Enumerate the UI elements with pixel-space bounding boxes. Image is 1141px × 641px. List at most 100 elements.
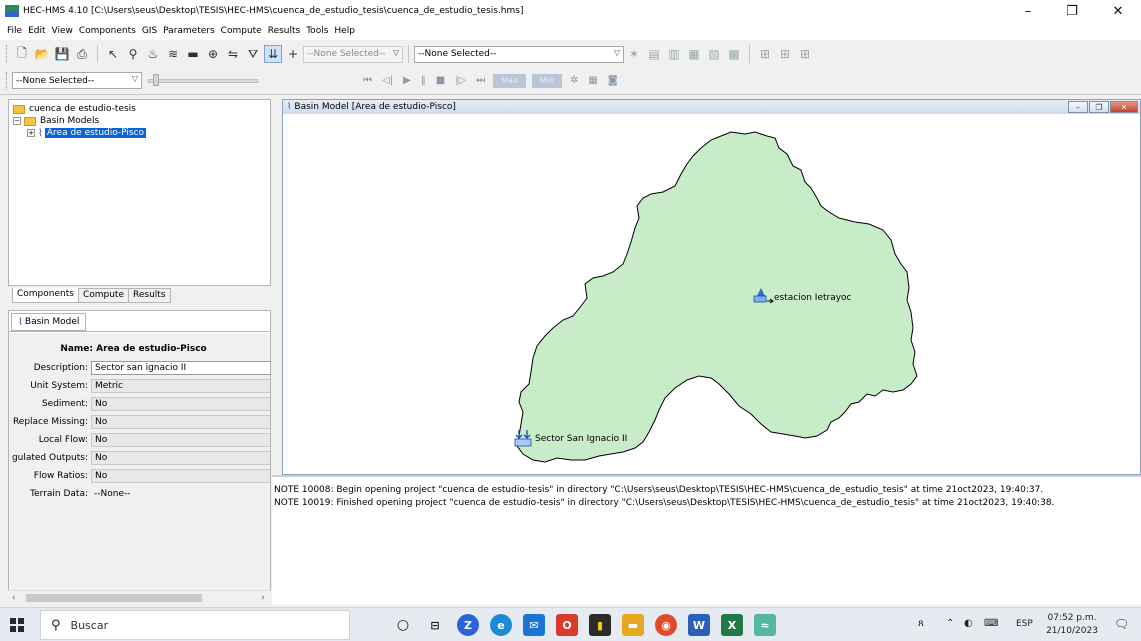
new-file-icon[interactable]: 🗋: [13, 45, 31, 63]
terrain-data-select[interactable]: --None--: [91, 487, 270, 501]
settings-icon[interactable]: ✲: [570, 75, 578, 86]
language-indicator[interactable]: ESP: [1016, 619, 1033, 629]
menu-gis[interactable]: GIS: [139, 26, 160, 36]
tab-compute[interactable]: Compute: [77, 288, 129, 303]
expand-icon[interactable]: +: [27, 129, 35, 137]
file-explorer-icon[interactable]: ▬: [622, 614, 644, 636]
grid-map-icon[interactable]: ⊞: [756, 45, 774, 63]
basin-restore-button[interactable]: ❐: [1089, 101, 1109, 113]
sediment-select[interactable]: No: [91, 396, 270, 411]
run-selector[interactable]: --None Selected-- ▽: [414, 45, 624, 63]
maximize-button[interactable]: ❐: [1050, 0, 1094, 22]
editor-horizontal-scrollbar[interactable]: ‹ ›: [8, 590, 271, 604]
film-icon[interactable]: ▦: [588, 75, 597, 86]
time-series-icon[interactable]: ▧: [705, 45, 723, 63]
subbasin-tool-icon[interactable]: ♨: [144, 45, 162, 63]
menu-view[interactable]: View: [49, 26, 76, 36]
menu-results[interactable]: Results: [265, 26, 304, 36]
save-icon[interactable]: 💾: [53, 45, 71, 63]
scroll-left-icon[interactable]: ‹: [12, 593, 16, 603]
sink-label[interactable]: Sector San Ignacio II: [535, 434, 627, 444]
basin-window-titlebar[interactable]: ⌇ Basin Model [Area de estudio-Pisco] – …: [283, 100, 1140, 114]
camera-icon[interactable]: ◙: [608, 75, 618, 86]
global-summary-icon[interactable]: ▤: [645, 45, 663, 63]
minimize-button[interactable]: –: [1006, 0, 1050, 22]
add-tool-icon[interactable]: +: [284, 45, 302, 63]
tab-results[interactable]: Results: [128, 288, 171, 303]
grid-map-3-icon[interactable]: ⊞: [796, 45, 814, 63]
replace-missing-select[interactable]: No: [91, 414, 270, 429]
zoom-tool-icon[interactable]: ⚲: [124, 45, 142, 63]
mail-icon[interactable]: ✉: [523, 614, 545, 636]
results-icon[interactable]: ▩: [725, 45, 743, 63]
keyboard-icon[interactable]: ⌨: [984, 618, 998, 629]
sink-tool-icon[interactable]: ⇊: [264, 45, 282, 63]
stop-icon[interactable]: ■: [436, 75, 445, 86]
forward-end-icon[interactable]: ⏭: [476, 75, 485, 86]
network-icon[interactable]: ◐: [964, 618, 973, 629]
compute-icon[interactable]: ✶: [625, 45, 643, 63]
animation-slider[interactable]: [148, 73, 258, 86]
cortana-icon[interactable]: ○: [392, 614, 414, 636]
step-back-icon[interactable]: ◁|: [382, 75, 393, 86]
chevron-up-icon[interactable]: ⌃: [946, 618, 954, 629]
windows-start-icon[interactable]: [10, 618, 24, 632]
pause-icon[interactable]: ‖: [421, 75, 426, 86]
menu-parameters[interactable]: Parameters: [160, 26, 218, 36]
tree-item-project[interactable]: cuenca de estudio-tesis: [13, 103, 136, 115]
slider-thumb[interactable]: [153, 73, 159, 86]
tab-components[interactable]: Components: [12, 288, 79, 303]
local-flow-select[interactable]: No: [91, 432, 270, 447]
menu-help[interactable]: Help: [331, 26, 358, 36]
basin-close-button[interactable]: ✕: [1110, 101, 1138, 113]
chrome-icon[interactable]: ◉: [655, 614, 677, 636]
tab-basin-model[interactable]: ⌇ Basin Model: [11, 313, 87, 331]
flow-ratios-select[interactable]: No: [91, 468, 270, 483]
toolbar-grip[interactable]: [6, 71, 9, 90]
min-button[interactable]: Min: [531, 73, 563, 88]
summary-table-icon[interactable]: ▦: [685, 45, 703, 63]
step-forward-icon[interactable]: |▷: [455, 75, 466, 86]
scroll-right-icon[interactable]: ›: [261, 593, 265, 603]
subbasin-polygon[interactable]: [516, 131, 918, 463]
gage-label[interactable]: estacion Ietrayoc: [774, 293, 852, 303]
max-button[interactable]: Max: [493, 73, 526, 88]
menu-components[interactable]: Components: [76, 26, 139, 36]
office-icon[interactable]: O: [556, 614, 578, 636]
tree-item-basin-models[interactable]: − Basin Models: [13, 115, 99, 127]
unit-system-select[interactable]: Metric: [91, 378, 270, 393]
taskbar-search-box[interactable]: ⚲ Buscar: [40, 610, 350, 640]
grid-selector[interactable]: --None Selected-- ▽: [12, 72, 142, 89]
app-icon[interactable]: ▮: [589, 614, 611, 636]
tree-item-area-de-estudio[interactable]: + ⌇ Area de estudio-Pisco: [27, 127, 147, 139]
description-field[interactable]: Sector san ignacio II: [91, 360, 270, 375]
task-view-icon[interactable]: ⊟: [424, 614, 446, 636]
junction-tool-icon[interactable]: ⊕: [204, 45, 222, 63]
excel-icon[interactable]: X: [721, 614, 743, 636]
toolbar-grip[interactable]: [6, 45, 9, 63]
basin-map-canvas[interactable]: estacion Ietrayoc Sector San Ignacio II: [283, 114, 1140, 474]
play-icon[interactable]: ▶: [403, 75, 411, 86]
basin-minimize-button[interactable]: –: [1068, 101, 1088, 113]
arrow-tool-icon[interactable]: ↖: [104, 45, 122, 63]
close-button[interactable]: ✕: [1096, 0, 1140, 22]
component-selector-disabled[interactable]: --None Selected-- ▽: [303, 45, 403, 63]
diversion-tool-icon[interactable]: ⇋: [224, 45, 242, 63]
source-tool-icon[interactable]: ⛛: [244, 45, 262, 63]
zoom-app-icon[interactable]: Z: [457, 614, 479, 636]
notification-icon[interactable]: 🗨: [1114, 617, 1130, 633]
open-folder-icon[interactable]: 📂: [33, 45, 51, 63]
menu-edit[interactable]: Edit: [25, 26, 48, 36]
system-clock[interactable]: 07:52 p.m. 21/10/2023: [1042, 612, 1102, 638]
people-icon[interactable]: ጸ: [918, 618, 924, 629]
reach-tool-icon[interactable]: ≋: [164, 45, 182, 63]
grid-map-2-icon[interactable]: ⊞: [776, 45, 794, 63]
menu-tools[interactable]: Tools: [303, 26, 331, 36]
print-icon[interactable]: ⎙: [73, 45, 91, 63]
hec-hms-taskbar-icon[interactable]: ≈: [754, 614, 776, 636]
scrollbar-thumb[interactable]: [26, 594, 202, 602]
word-icon[interactable]: W: [688, 614, 710, 636]
menu-file[interactable]: File: [4, 26, 25, 36]
collapse-icon[interactable]: −: [13, 117, 21, 125]
regulated-outputs-select[interactable]: No: [91, 450, 270, 465]
